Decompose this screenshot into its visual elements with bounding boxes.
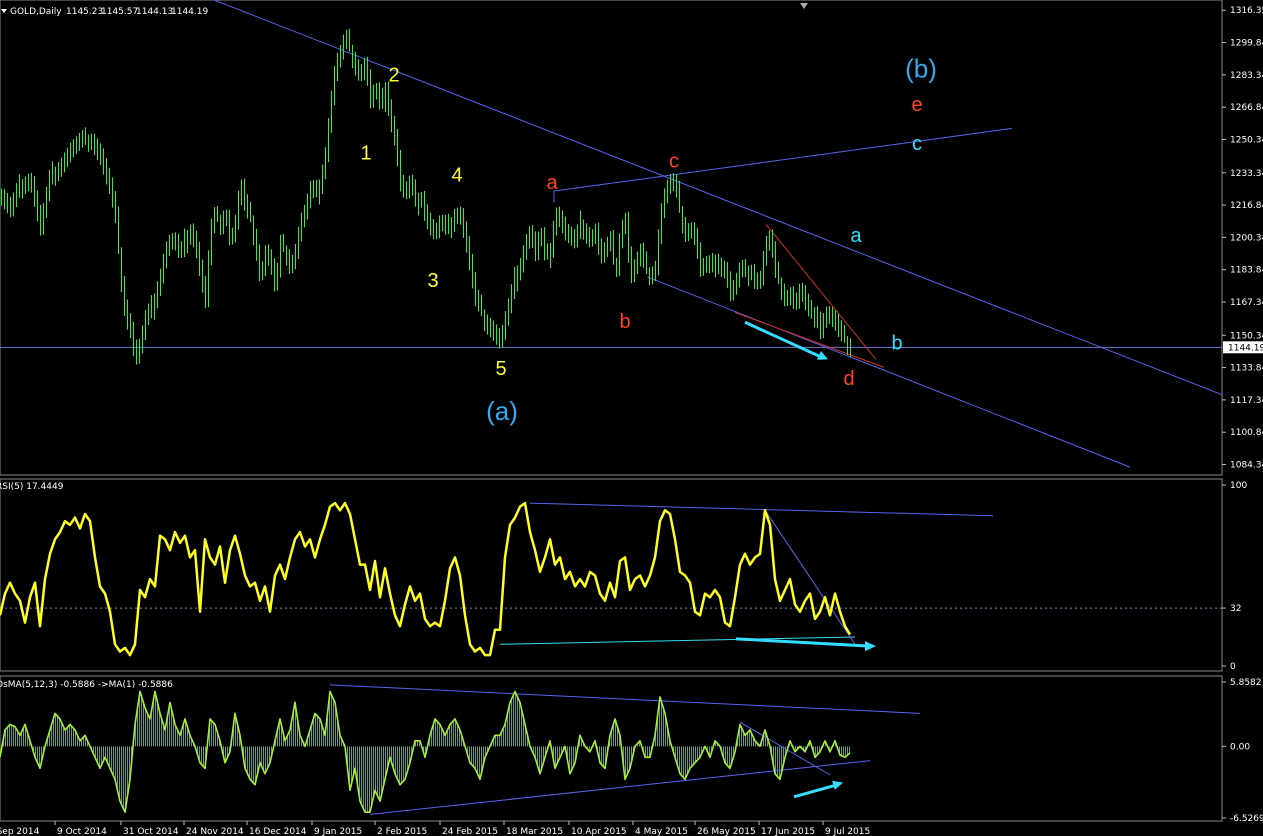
price-tick-label: 1150.34 xyxy=(1230,331,1263,341)
rsi-line xyxy=(0,501,852,657)
price-tick-label: 1200.34 xyxy=(1230,233,1263,243)
price-tick-label: 1117.34 xyxy=(1230,396,1263,406)
rsi-tick-label: 100 xyxy=(1230,481,1247,491)
wave-label: 5 xyxy=(495,358,506,380)
wave-label: 4 xyxy=(451,164,462,186)
date-tick-label: 10 Apr 2015 xyxy=(571,827,627,836)
osma-trendline[interactable] xyxy=(739,721,831,776)
rsi-trendline[interactable] xyxy=(529,502,994,517)
price-tick-label: 1299.84 xyxy=(1230,39,1263,49)
current-price-label: 1144.19 xyxy=(1228,343,1263,353)
price-tick-label: 1233.34 xyxy=(1230,169,1263,179)
wave-label: a xyxy=(850,225,862,247)
osma-panel xyxy=(0,675,1223,822)
rsi-trendline[interactable] xyxy=(764,510,856,645)
price-trendline[interactable] xyxy=(647,276,1131,468)
price-trendline[interactable] xyxy=(212,0,1222,396)
date-tick-label: 16 Dec 2014 xyxy=(249,827,307,836)
rsi-label: RSI(5) 17.4449 xyxy=(0,482,64,492)
price-tick-label: 1183.84 xyxy=(1230,266,1263,276)
osma-tick-label: 5.8582 xyxy=(1230,678,1262,688)
price-tick-label: 1133.84 xyxy=(1230,364,1263,374)
price-tick-label: 1250.34 xyxy=(1230,135,1263,145)
price-tick-label: 1167.34 xyxy=(1230,298,1263,308)
symbol-dropdown-icon[interactable] xyxy=(1,9,7,13)
ohlc-open: 1145.23 xyxy=(66,7,103,17)
rsi-tick-label: 32 xyxy=(1230,604,1241,614)
osma-trendline[interactable] xyxy=(369,760,871,815)
symbol-label: GOLD,Daily xyxy=(10,7,62,17)
date-tick-label: 9 Oct 2014 xyxy=(57,827,107,836)
price-trendline[interactable] xyxy=(734,311,885,368)
date-tick-label: 2 Sep 2014 xyxy=(0,827,40,836)
date-tick-label: 24 Nov 2014 xyxy=(186,827,244,836)
date-tick-label: 2 Feb 2015 xyxy=(377,827,427,836)
date-tick-label: 17 Jun 2015 xyxy=(761,827,815,836)
wave-label: (a) xyxy=(486,396,518,426)
rsi-tick-label: 0 xyxy=(1230,662,1236,672)
osma-tick-label: -6.5269 xyxy=(1230,814,1263,824)
wave-label: c xyxy=(669,151,679,173)
osma-arrowhead-icon xyxy=(832,780,843,790)
price-tick-label: 1084.34 xyxy=(1230,461,1263,471)
wave-label: (b) xyxy=(905,53,937,83)
osma-arrow xyxy=(793,783,839,799)
wave-label: 2 xyxy=(388,64,399,86)
ohlc-low: 1144.13 xyxy=(136,7,173,17)
date-tick-label: 31 Oct 2014 xyxy=(123,827,179,836)
ohlc-close: 1144.19 xyxy=(171,7,208,17)
wave-label: d xyxy=(843,368,854,390)
wave-label: b xyxy=(891,333,902,355)
date-tick-label: 26 May 2015 xyxy=(697,827,756,836)
price-tick-label: 1266.84 xyxy=(1230,103,1263,113)
date-tick-label: 4 May 2015 xyxy=(635,827,688,836)
gold-daily-chart[interactable]: 1 2 3 4 5 a b c d e a b c (a) (b) 1316.35 1299.84 1283.3… xyxy=(0,0,1263,836)
wave-label: 3 xyxy=(427,270,438,292)
price-tick-label: 1216.84 xyxy=(1230,201,1263,211)
osma-trendline[interactable] xyxy=(329,684,921,714)
wave-label: b xyxy=(619,311,630,333)
wave-label: e xyxy=(911,94,922,116)
osma-label: OsMA(5,12,3) -0.5886 ->MA(1) -0.5886 xyxy=(0,680,173,690)
rsi-arrow xyxy=(735,637,871,648)
osma-tick-label: 0.00 xyxy=(1230,742,1250,752)
wave-label: c xyxy=(912,133,922,155)
price-tick-label: 1316.35 xyxy=(1230,6,1263,16)
date-tick-label: 24 Feb 2015 xyxy=(442,827,498,836)
wave-label: a xyxy=(546,172,558,194)
ohlc-high: 1145.57 xyxy=(101,7,138,17)
wave-label: 1 xyxy=(360,143,371,165)
price-tick-label: 1100.84 xyxy=(1230,428,1263,438)
rsi-arrowhead-icon xyxy=(865,641,876,652)
shift-marker-icon[interactable] xyxy=(800,3,808,9)
date-tick-label: 9 Jul 2015 xyxy=(825,827,870,836)
date-tick-label: 9 Jan 2015 xyxy=(314,827,362,836)
price-tick-label: 1283.34 xyxy=(1230,71,1263,81)
date-tick-label: 18 Mar 2015 xyxy=(506,827,563,836)
